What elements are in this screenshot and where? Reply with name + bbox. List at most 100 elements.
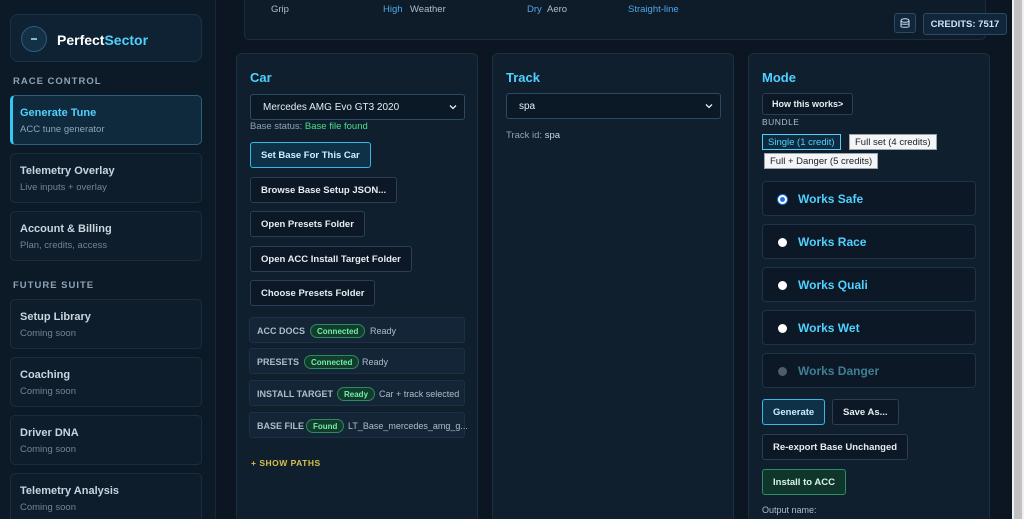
condition-weather-label: Weather <box>410 4 446 15</box>
sidebar-item-sub: Live inputs + overlay <box>20 182 107 193</box>
bundle-full-option[interactable]: Full set (4 credits) <box>849 134 937 150</box>
browse-base-setup-button[interactable]: Browse Base Setup JSON... <box>250 177 398 203</box>
mode-option-works-race[interactable]: Works Race <box>762 224 976 259</box>
sidebar-item-label: Setup Library <box>20 311 91 323</box>
credits-button[interactable]: CREDITS: 7517 <box>923 13 1007 35</box>
mode-label: Works Danger <box>798 364 880 378</box>
status-row-presets: PRESETS Connected Ready <box>249 348 465 374</box>
scrollbar-thumb[interactable] <box>1014 0 1022 519</box>
reexport-base-button[interactable]: Re-export Base Unchanged <box>762 434 909 460</box>
status-badge: Ready <box>337 387 376 401</box>
status-row-install-target: INSTALL TARGET Ready Car + track selecte… <box>249 380 465 406</box>
mode-option-works-quali[interactable]: Works Quali <box>762 267 976 302</box>
condition-aero-label: Aero <box>547 4 568 15</box>
section-title-race-control: RACE CONTROL <box>13 76 102 87</box>
radio-button[interactable] <box>778 238 787 247</box>
save-as-button[interactable]: Save As... <box>832 399 899 425</box>
status-value: Car + track selected <box>379 389 460 399</box>
sidebar-item-sub: Plan, credits, access <box>20 240 108 251</box>
sidebar-item-setup-library[interactable]: Setup Library Coming soon <box>10 299 202 349</box>
sidebar-item-label: Account & Billing <box>20 223 112 235</box>
mode-label: Works Safe <box>798 192 864 206</box>
set-base-button[interactable]: Set Base For This Car <box>250 142 371 168</box>
sidebar-item-sub: Coming soon <box>20 502 76 513</box>
sidebar-item-coaching[interactable]: Coaching Coming soon <box>10 357 202 407</box>
app-name: PerfectSector <box>57 32 148 48</box>
condition-aero-value: Straight-line <box>628 4 679 15</box>
sidebar-item-sub: Coming soon <box>20 386 76 397</box>
sidebar-item-label: Coaching <box>20 369 71 381</box>
track-id-label: Track id: <box>506 130 543 141</box>
status-badge: Found <box>306 419 345 433</box>
radio-button[interactable] <box>778 195 787 204</box>
app-name-part1: Perfect <box>57 32 105 48</box>
condition-grip-label: Grip <box>271 4 289 15</box>
sidebar-item-telemetry-analysis[interactable]: Telemetry Analysis Coming soon <box>10 473 202 519</box>
scrollbar[interactable] <box>1012 0 1024 519</box>
radio-button[interactable] <box>778 324 787 333</box>
track-id-value: spa <box>544 130 561 141</box>
status-badge: Connected <box>304 355 360 369</box>
status-value: Ready <box>370 326 397 336</box>
track-panel: Track spa Track id: spa <box>492 53 734 519</box>
choose-presets-folder-button[interactable]: Choose Presets Folder <box>250 280 376 306</box>
sidebar-item-label: Telemetry Analysis <box>20 485 120 497</box>
mode-option-works-wet[interactable]: Works Wet <box>762 310 976 345</box>
base-status-label: Base status: <box>250 121 303 132</box>
status-badge: Connected <box>310 324 366 338</box>
sidebar-item-telemetry-overlay[interactable]: Telemetry Overlay Live inputs + overlay <box>10 153 202 203</box>
database-icon[interactable] <box>894 13 916 33</box>
bundle-label: BUNDLE <box>762 117 800 127</box>
chevron-down-icon <box>449 105 457 110</box>
chevron-down-icon <box>705 104 713 109</box>
sidebar-item-label: Telemetry Overlay <box>20 165 115 177</box>
track-select[interactable]: spa <box>506 93 721 119</box>
mode-label: Works Quali <box>798 278 868 292</box>
status-value: Ready <box>362 357 389 367</box>
mode-label: Works Wet <box>798 321 860 335</box>
mode-panel-title: Mode <box>762 70 796 85</box>
sidebar: PerfectSector RACE CONTROL Generate Tune… <box>0 0 216 519</box>
sidebar-item-account-billing[interactable]: Account & Billing Plan, credits, access <box>10 211 202 261</box>
car-select[interactable]: Mercedes AMG Evo GT3 2020 <box>250 94 465 120</box>
sidebar-item-sub: Coming soon <box>20 444 76 455</box>
status-key: ACC DOCS <box>257 326 306 336</box>
mode-option-works-danger: Works Danger <box>762 353 976 388</box>
mode-option-works-safe[interactable]: Works Safe <box>762 181 976 216</box>
radio-button[interactable] <box>778 281 787 290</box>
app-logo[interactable]: PerfectSector <box>10 14 202 62</box>
bundle-full-danger-option[interactable]: Full + Danger (5 credits) <box>764 153 879 169</box>
output-name-label: Output name: <box>762 505 817 515</box>
status-key: PRESETS <box>257 357 300 367</box>
generate-button[interactable]: Generate <box>762 399 826 425</box>
condition-grip-value: High <box>383 4 403 15</box>
radio-button <box>778 367 787 376</box>
sidebar-item-driver-dna[interactable]: Driver DNA Coming soon <box>10 415 202 465</box>
condition-weather-value: Dry <box>527 4 542 15</box>
mode-label: Works Race <box>798 235 867 249</box>
base-status: Base status: Base file found <box>250 121 368 132</box>
open-presets-folder-button[interactable]: Open Presets Folder <box>250 211 365 237</box>
sidebar-item-sub: Coming soon <box>20 328 76 339</box>
status-key: BASE FILE <box>257 421 305 431</box>
status-row-acc-docs: ACC DOCS Connected Ready <box>249 317 465 343</box>
status-key: INSTALL TARGET <box>257 389 333 399</box>
track-panel-title: Track <box>506 70 540 85</box>
track-select-value: spa <box>519 100 536 112</box>
car-panel: Car Mercedes AMG Evo GT3 2020 Base statu… <box>236 53 478 519</box>
sidebar-item-sub: ACC tune generator <box>20 124 105 135</box>
sidebar-item-generate-tune[interactable]: Generate Tune ACC tune generator <box>10 95 202 145</box>
status-value: LT_Base_mercedes_amg_g... <box>348 421 468 431</box>
sidebar-item-label: Generate Tune <box>20 107 97 119</box>
car-panel-title: Car <box>250 70 272 85</box>
base-status-value: Base file found <box>304 121 368 132</box>
bundle-single-option[interactable]: Single (1 credit) <box>762 134 841 150</box>
conditions-strip: Grip High Weather Dry Aero Straight-line <box>244 0 986 40</box>
show-paths-toggle[interactable]: + SHOW PATHS <box>251 458 321 468</box>
app-name-part2: Sector <box>104 32 149 48</box>
minus-icon <box>21 26 47 52</box>
install-to-acc-button[interactable]: Install to ACC <box>762 469 846 495</box>
open-install-target-button[interactable]: Open ACC Install Target Folder <box>250 246 412 272</box>
how-this-works-button[interactable]: How this works> <box>762 93 854 115</box>
car-select-value: Mercedes AMG Evo GT3 2020 <box>263 101 400 113</box>
